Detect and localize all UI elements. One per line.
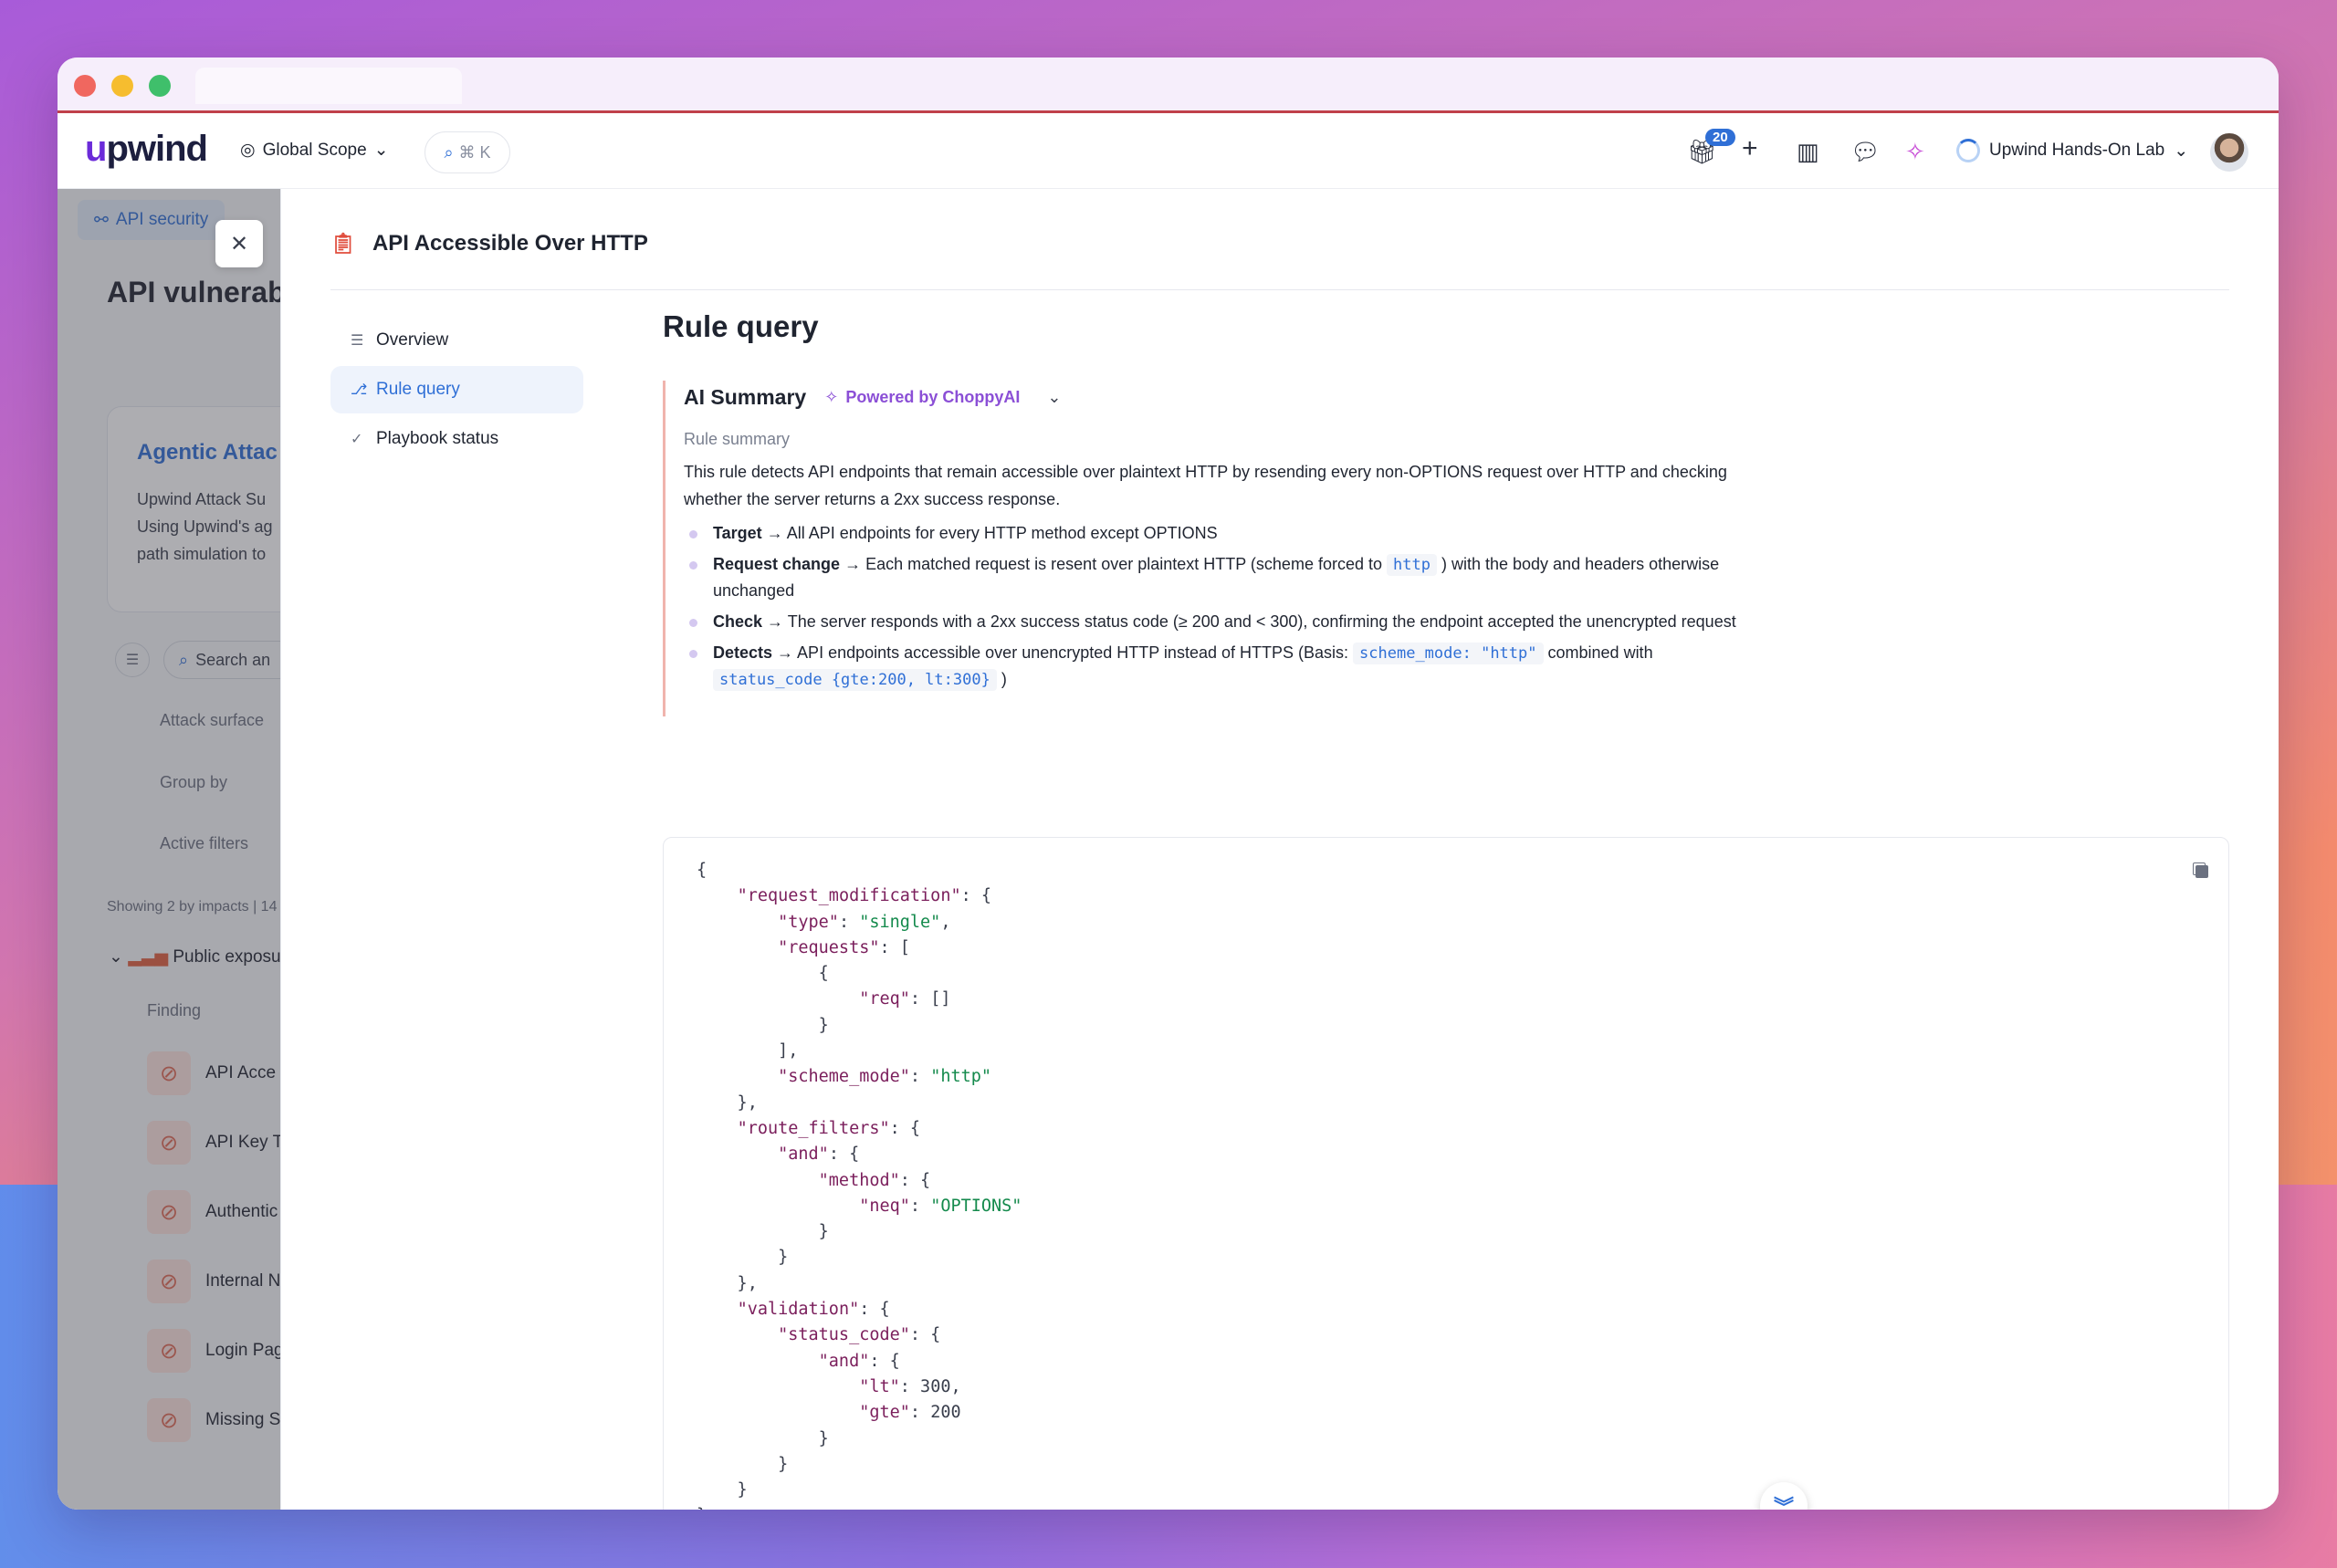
- list-icon: ☰: [351, 333, 364, 349]
- bullet-detects: Detects → API endpoints accessible over …: [684, 640, 1743, 693]
- close-icon: ✕: [229, 231, 249, 256]
- browser-tab[interactable]: [195, 68, 462, 104]
- loading-spinner-icon: [1956, 139, 1980, 162]
- bullet-text: → All API endpoints for every HTTP metho…: [766, 524, 1218, 542]
- sparkle-icon: ✧: [824, 387, 839, 406]
- nav-rule-query[interactable]: ⎇ Rule query: [330, 366, 583, 413]
- inline-code: scheme_mode: "http": [1353, 643, 1544, 664]
- browser-chrome: [58, 57, 2279, 113]
- ai-summary: AI Summary ✧ Powered by ChoppyAI ⌄ Rule s…: [663, 381, 2229, 716]
- book-icon[interactable]: ▥: [1797, 138, 1819, 166]
- nav-overview[interactable]: ☰ Overview: [330, 317, 583, 364]
- logo-accent: u: [85, 129, 107, 169]
- scope-selector[interactable]: ◎ Global Scope ⌄: [240, 140, 389, 161]
- inline-code: status_code {gte:200, lt:300}: [713, 669, 997, 691]
- inline-code: http: [1387, 554, 1437, 576]
- org-selector[interactable]: Upwind Hands-On Lab ⌄: [1956, 139, 2188, 162]
- section-heading: Rule query: [663, 309, 819, 343]
- summary-bullets: Target → All API endpoints for every HTT…: [684, 520, 2229, 693]
- app-header: upwind ◎ Global Scope ⌄ ⌕ ⌘ K 🎁︎ 20 + ▥ 💬︎ …: [58, 116, 2279, 189]
- gift-count-badge: 20: [1705, 129, 1735, 146]
- rule-query-content: Rule query AI Summary ✧ Powered by Choppy…: [663, 309, 2229, 716]
- bullet-target: Target → All API endpoints for every HTT…: [684, 520, 1743, 546]
- drawer-title: API Accessible Over HTTP: [372, 231, 648, 256]
- chat-icon[interactable]: 💬︎: [1850, 138, 1881, 166]
- nav-label: Overview: [376, 330, 449, 350]
- nav-label: Rule query: [376, 380, 460, 399]
- double-chevron-down-icon: ︾: [1773, 1496, 1794, 1510]
- clipboard-icon: 📋︎: [330, 232, 356, 255]
- search-button[interactable]: ⌕ ⌘ K: [424, 131, 510, 173]
- close-drawer-button[interactable]: ✕: [215, 220, 263, 267]
- rule-summary-label: Rule summary: [684, 430, 791, 448]
- user-avatar[interactable]: [2210, 133, 2248, 172]
- ai-summary-title: AI Summary: [684, 384, 807, 409]
- target-icon: ◎: [240, 141, 256, 160]
- minimize-window-button[interactable]: [111, 75, 133, 97]
- chevron-down-icon[interactable]: ⌄: [1047, 388, 1061, 407]
- check-circle-icon: ✓: [351, 432, 363, 447]
- bullet-check: Check → The server responds with a 2xx s…: [684, 609, 1743, 634]
- browser-window: upwind ◎ Global Scope ⌄ ⌕ ⌘ K 🎁︎ 20 + ▥ 💬︎ …: [58, 57, 2279, 1510]
- modal-overlay[interactable]: [58, 189, 280, 1510]
- divider: [330, 289, 2229, 290]
- scope-label: Global Scope: [262, 140, 367, 160]
- nav-playbook-status[interactable]: ✓ Playbook status: [330, 415, 583, 463]
- bullet-key: Target: [713, 524, 762, 542]
- copy-icon[interactable]: [2196, 865, 2208, 878]
- bullet-text: ): [1001, 670, 1007, 688]
- bullet-key: Detects: [713, 643, 773, 662]
- bullet-text: → Each matched request is resent over pl…: [844, 555, 1382, 573]
- chevron-down-icon: ⌄: [373, 141, 389, 160]
- rule-query-code-block[interactable]: { "request_modification": { "type": "sin…: [663, 837, 2229, 1510]
- close-window-button[interactable]: [74, 75, 96, 97]
- bullet-text: → The server responds with a 2xx success…: [767, 612, 1736, 631]
- ai-summary-header[interactable]: AI Summary ✧ Powered by ChoppyAI ⌄: [684, 381, 2229, 413]
- branch-icon: ⎇: [351, 382, 368, 398]
- search-shortcut: ⌘ K: [458, 142, 491, 162]
- org-name: Upwind Hands-On Lab: [1989, 141, 2165, 160]
- upwind-logo[interactable]: upwind: [85, 129, 208, 170]
- bullet-text: combined with: [1547, 643, 1653, 662]
- powered-by-badge: ✧ Powered by ChoppyAI: [824, 388, 1020, 407]
- bullet-request-change: Request change → Each matched request is…: [684, 551, 1743, 603]
- plus-icon[interactable]: +: [1742, 133, 1758, 164]
- powered-by-label: Powered by ChoppyAI: [845, 387, 1021, 406]
- chevron-down-icon: ⌄: [2174, 141, 2189, 161]
- background-page: ⚯ API security API vulnerab Agentic Attac…: [58, 189, 280, 1510]
- drawer-header: 📋︎ API Accessible Over HTTP: [330, 231, 648, 256]
- code-text: { "request_modification": { "type": "sin…: [697, 861, 1022, 1510]
- bullet-key: Request change: [713, 555, 841, 573]
- drawer-nav: ☰ Overview ⎇ Rule query ✓ Playbook status: [330, 317, 583, 465]
- bullet-key: Check: [713, 612, 763, 631]
- rule-summary-text: This rule detects API endpoints that rem…: [684, 463, 1727, 508]
- logo-text: pwind: [106, 129, 208, 169]
- search-icon: ⌕: [444, 142, 454, 162]
- sparkle-icon[interactable]: ✧: [1905, 138, 1925, 166]
- bullet-text: → API endpoints accessible over unencryp…: [777, 643, 1349, 662]
- maximize-window-button[interactable]: [149, 75, 171, 97]
- finding-drawer: 📋︎ API Accessible Over HTTP ☰ Overview ⎇ Ru…: [280, 189, 2279, 1510]
- nav-label: Playbook status: [376, 429, 499, 448]
